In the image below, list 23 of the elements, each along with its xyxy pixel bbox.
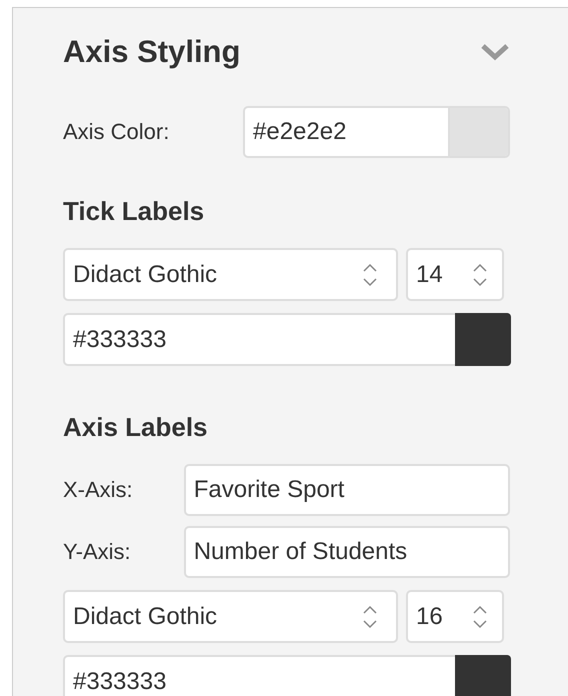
color-field[interactable]: #333333 xyxy=(63,313,511,366)
color-field[interactable]: #333333 xyxy=(63,655,511,696)
up-down-icon xyxy=(362,262,378,288)
up-down-icon xyxy=(472,262,488,288)
axis-color-label: Axis Color: xyxy=(63,119,170,145)
axis-title-field[interactable]: Favorite Sport xyxy=(184,464,510,516)
axis-color-field[interactable]: #e2e2e2 xyxy=(243,106,510,158)
font-size-select[interactable]: 14 xyxy=(406,248,504,301)
font-select[interactable]: Didact Gothic xyxy=(63,248,398,301)
axis-title-field[interactable]: Number of Students xyxy=(184,526,510,578)
section-title: Axis Styling xyxy=(63,34,240,70)
chevron-down-icon[interactable] xyxy=(480,42,510,62)
color-swatch[interactable] xyxy=(448,108,508,156)
tick-labels-heading: Tick Labels xyxy=(63,196,206,228)
color-swatch[interactable] xyxy=(455,655,511,696)
up-down-icon xyxy=(472,604,488,630)
font-size-select[interactable]: 16 xyxy=(406,590,504,643)
color-swatch[interactable] xyxy=(455,313,511,366)
up-down-icon xyxy=(362,604,378,630)
axis-labels-heading: Axis Labels xyxy=(63,412,209,444)
axis-label: Y-Axis: xyxy=(63,539,132,565)
axis-label: X-Axis: xyxy=(63,477,134,503)
font-select[interactable]: Didact Gothic xyxy=(63,590,398,643)
